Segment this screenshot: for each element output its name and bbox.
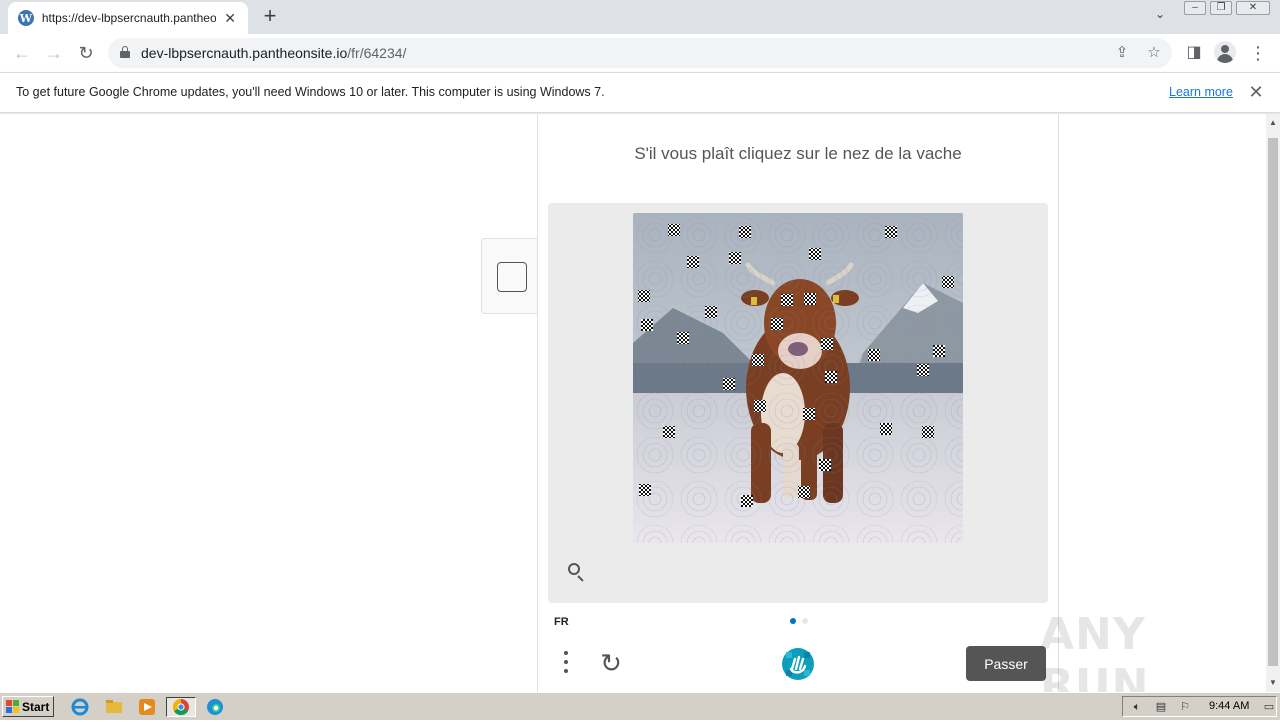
start-label: Start [22, 699, 50, 714]
edge-icon[interactable] [205, 697, 225, 717]
captcha-checkbox-card [481, 238, 539, 314]
network-icon[interactable]: ▤ [1153, 700, 1169, 714]
hcaptcha-logo-icon [781, 647, 815, 681]
challenge-image-area [548, 203, 1048, 603]
restore-window-icon[interactable]: ❐ [1210, 1, 1232, 15]
tab-close-icon[interactable]: ✕ [222, 10, 238, 27]
file-explorer-icon[interactable] [104, 697, 124, 717]
infobar-close-icon[interactable]: ✕ [1246, 82, 1266, 103]
windows-flag-icon [6, 700, 19, 713]
url-host: dev-lbpsercnauth.pantheonsite.io [141, 45, 348, 61]
lock-icon[interactable] [120, 46, 130, 58]
browser-toolbar: ← → ↻ dev-lbpsercnauth.pantheonsite.io/f… [0, 34, 1280, 72]
taskbar-clock[interactable]: 9:44 AM [1209, 700, 1249, 712]
side-panel-icon[interactable]: ◨ [1182, 41, 1206, 65]
close-window-icon[interactable]: ✕ [1236, 1, 1270, 15]
tab-title: https://dev-lbpsercnauth.pantheonsite.io… [41, 11, 217, 25]
forward-arrow-icon[interactable]: → [42, 41, 66, 65]
menu-dots-icon[interactable] [558, 650, 574, 676]
chrome-taskbar-icon[interactable] [166, 697, 196, 717]
tab-search-chevron-icon[interactable]: ⌄ [1150, 7, 1170, 27]
infobar-message: To get future Google Chrome updates, you… [16, 85, 605, 99]
start-button[interactable]: Start [2, 696, 54, 717]
cow-challenge-image[interactable] [633, 213, 963, 543]
captcha-challenge-panel: S'il vous plaît cliquez sur le nez de la… [537, 114, 1059, 692]
wordpress-icon: W [18, 10, 34, 26]
language-selector[interactable]: FR [554, 616, 569, 628]
profile-avatar-icon[interactable] [1214, 41, 1236, 63]
skip-button[interactable]: Passer [966, 646, 1046, 681]
show-desktop-icon[interactable]: ▭ [1261, 700, 1277, 714]
volume-icon[interactable]: 🔈︎ [1129, 700, 1145, 714]
address-bar[interactable]: dev-lbpsercnauth.pantheonsite.io/fr/6423… [108, 38, 1172, 68]
page-dot [802, 618, 808, 624]
browser-titlebar: W https://dev-lbpsercnauth.pantheonsite.… [0, 0, 1280, 34]
zoom-magnifier-icon[interactable] [566, 561, 586, 582]
url-path: /fr/64234/ [347, 45, 407, 61]
update-infobar: To get future Google Chrome updates, you… [0, 72, 1280, 113]
scroll-up-arrow-icon[interactable]: ▲ [1266, 116, 1280, 130]
refresh-icon[interactable]: ↻ [596, 648, 626, 678]
page-dot-active [790, 618, 796, 624]
captcha-checkbox[interactable] [497, 262, 527, 292]
bookmark-star-icon[interactable]: ☆ [1144, 43, 1164, 63]
scroll-down-arrow-icon[interactable]: ▼ [1266, 676, 1280, 690]
system-tray: 🔈︎ ▤ ⚐ 9:44 AM ▭ [1122, 696, 1277, 717]
page-scrollbar[interactable]: ▲ ▼ [1266, 114, 1280, 692]
new-tab-icon[interactable]: + [258, 5, 282, 29]
action-center-flag-icon[interactable]: ⚐ [1177, 700, 1193, 714]
browser-tab[interactable]: W https://dev-lbpsercnauth.pantheonsite.… [8, 2, 248, 34]
page-indicator [790, 618, 808, 624]
internet-explorer-icon[interactable] [70, 697, 90, 717]
windows-taskbar: Start 🔈︎ ▤ ⚐ 9:44 AM ▭ [0, 692, 1280, 720]
back-arrow-icon[interactable]: ← [10, 41, 34, 65]
more-menu-icon[interactable]: ⋮ [1246, 41, 1270, 65]
minimize-window-icon[interactable]: – [1184, 1, 1206, 15]
url-text[interactable]: dev-lbpsercnauth.pantheonsite.io/fr/6423… [141, 45, 406, 61]
scrollbar-thumb[interactable] [1268, 138, 1278, 666]
challenge-prompt: S'il vous plaît cliquez sur le nez de la… [634, 144, 962, 163]
learn-more-link[interactable]: Learn more [1169, 85, 1233, 99]
page-content: S'il vous plaît cliquez sur le nez de la… [0, 114, 1266, 711]
reload-icon[interactable]: ↻ [74, 41, 98, 65]
share-icon[interactable]: ⇪ [1112, 43, 1132, 63]
media-player-icon[interactable] [137, 697, 157, 717]
